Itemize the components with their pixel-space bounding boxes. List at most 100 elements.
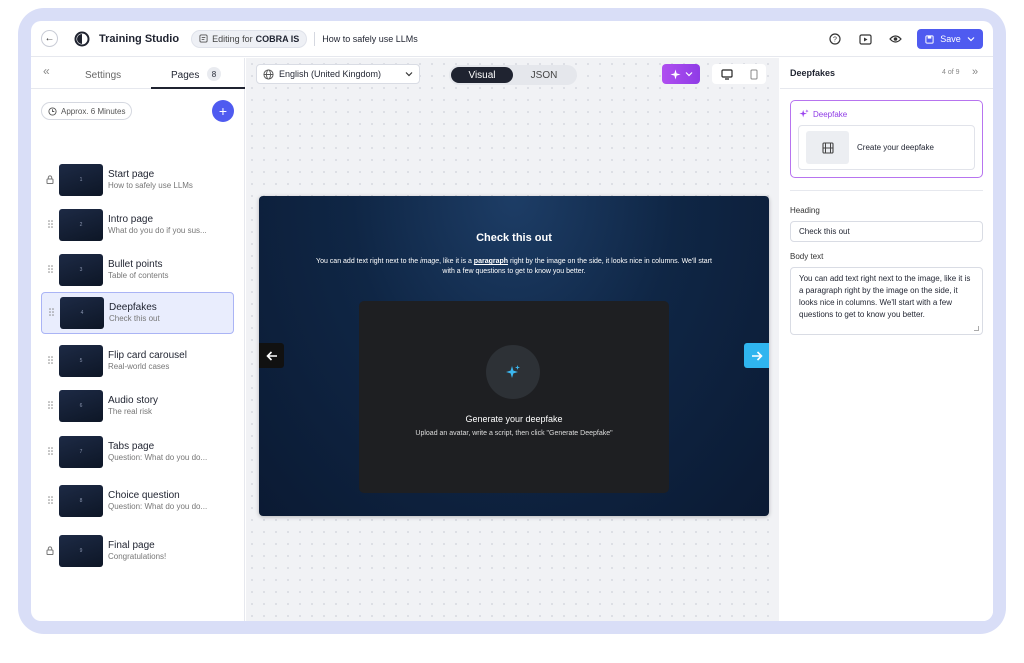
help-button[interactable]: ? (825, 29, 845, 49)
play-button[interactable] (855, 29, 875, 49)
page-subtitle: Congratulations! (108, 552, 167, 561)
page-item[interactable]: 5 Flip card carousel Real-world cases (41, 340, 234, 382)
drag-handle-icon[interactable] (41, 265, 59, 275)
page-item[interactable]: 9 Final page Congratulations! (41, 530, 234, 572)
page-text: Final page Congratulations! (108, 540, 228, 562)
page-item[interactable]: 7 Tabs page Question: What do you do... (41, 431, 234, 473)
page-text: Choice question Question: What do you do.… (108, 490, 228, 512)
json-view-button[interactable]: JSON (513, 67, 575, 83)
drag-handle-icon[interactable] (41, 447, 59, 457)
pages-sidebar: « Settings Pages 8 Approx. 6 Minutes + 1… (31, 58, 245, 621)
back-button[interactable]: ← (41, 30, 58, 47)
heading-field[interactable]: Check this out (790, 221, 983, 242)
heading-label: Heading (790, 206, 820, 215)
mobile-icon[interactable] (750, 69, 758, 80)
body-text-part: You can add text right next to the (316, 258, 421, 265)
body-text-part: , like it is a (439, 258, 474, 265)
svg-text:?: ? (833, 37, 837, 44)
film-icon-wrap (806, 131, 849, 164)
chevron-down-icon (685, 72, 692, 77)
language-select[interactable]: English (United Kingdom) (256, 64, 420, 84)
page-item[interactable]: 2 Intro page What do you do if you sus... (41, 204, 234, 246)
drag-handle-icon[interactable] (41, 401, 59, 411)
tab-settings[interactable]: Settings (85, 70, 121, 81)
film-icon (821, 141, 834, 154)
save-button[interactable]: Save (917, 29, 983, 49)
next-page-icon[interactable]: » (972, 66, 978, 78)
drag-handle-icon[interactable] (42, 308, 60, 318)
drag-handle-icon[interactable] (41, 220, 59, 230)
page-thumbnail: 7 (59, 436, 103, 468)
page-text: Deepfakes Check this out (109, 302, 229, 324)
slide-body[interactable]: You can add text right next to the image… (314, 257, 714, 277)
page-text: Audio story The real risk (108, 395, 228, 417)
page-item[interactable]: 3 Bullet points Table of contents (41, 249, 234, 291)
generate-deepfake-icon-wrap[interactable] (486, 345, 540, 399)
app-title: Training Studio (99, 32, 180, 45)
edit-icon (199, 34, 208, 43)
editing-org: COBRA IS (255, 33, 300, 44)
page-title: Choice question (108, 490, 180, 501)
sparkle-icon (799, 109, 809, 118)
properties-panel: Deepfakes 4 of 9 » Deepfake Create your … (780, 58, 993, 621)
deepfake-subtitle: Upload an avatar, write a script, then c… (415, 430, 613, 437)
page-thumbnail: 6 (59, 390, 103, 422)
back-icon: ← (44, 33, 55, 44)
body-text-field[interactable]: You can add text right next to the image… (790, 267, 983, 335)
deepfake-card-label-text: Deepfake (813, 109, 848, 119)
page-title: Deepfakes (109, 302, 157, 313)
page-subtitle: The real risk (108, 407, 153, 416)
page-text: Tabs page Question: What do you do... (108, 441, 228, 463)
drag-handle-icon[interactable] (41, 496, 59, 506)
sparkle-icon (506, 365, 520, 378)
view-toggle: Visual JSON (449, 65, 577, 85)
create-deepfake-label: Create your deepfake (857, 143, 934, 152)
lock-icon (41, 545, 59, 557)
editor-toolbar: English (United Kingdom) Visual JSON (246, 58, 779, 92)
add-page-button[interactable]: + (212, 100, 234, 122)
device-toggle (712, 64, 766, 84)
page-title: Flip card carousel (108, 350, 187, 361)
visual-view-button[interactable]: Visual (451, 67, 513, 83)
divider (314, 31, 316, 46)
page-item[interactable]: 1 Start page How to safely use LLMs (41, 159, 234, 201)
editing-badge[interactable]: Editing for COBRA IS (191, 29, 308, 48)
arrow-right-icon (751, 350, 763, 361)
next-slide-button[interactable] (744, 343, 769, 368)
page-subtitle: Real-world cases (108, 362, 170, 371)
deepfake-generator-box[interactable]: Generate your deepfake Upload an avatar,… (359, 301, 669, 493)
tab-pages[interactable]: Pages (171, 70, 199, 81)
page-item[interactable]: 8 Choice question Question: What do you do… (41, 480, 234, 522)
page-text: Bullet points Table of contents (108, 259, 228, 281)
plus-icon: + (218, 103, 228, 119)
page-thumbnail: 9 (59, 535, 103, 567)
resize-handle-icon[interactable] (974, 326, 979, 331)
page-thumbnail: 2 (59, 209, 103, 241)
duration-text: Approx. 6 Minutes (61, 106, 126, 116)
drag-handle-icon[interactable] (41, 356, 59, 366)
active-tab-indicator (151, 87, 245, 89)
create-deepfake-button[interactable]: Create your deepfake (798, 125, 975, 170)
collapse-sidebar-icon[interactable]: « (43, 64, 50, 78)
duration-badge: Approx. 6 Minutes (41, 102, 133, 120)
chevron-down-icon[interactable] (967, 36, 975, 42)
body-text-label: Body text (790, 252, 824, 261)
slide-heading[interactable]: Check this out (259, 232, 769, 244)
page-thumbnail: 3 (59, 254, 103, 286)
panel-title: Deepfakes (790, 68, 836, 78)
deepfake-title: Generate your deepfake (465, 414, 563, 424)
preview-button[interactable] (885, 29, 905, 49)
desktop-icon[interactable] (720, 68, 733, 80)
ai-assist-button[interactable] (662, 64, 700, 84)
page-thumbnail: 1 (59, 164, 103, 196)
slide-preview[interactable]: Check this out You can add text right ne… (259, 196, 769, 516)
page-thumbnail: 4 (60, 297, 104, 329)
clock-icon (48, 106, 57, 116)
previous-slide-button[interactable] (259, 343, 284, 368)
page-item[interactable]: 4 Deepfakes Check this out (41, 292, 234, 334)
body-text-underline: paragraph (473, 258, 509, 265)
page-item[interactable]: 6 Audio story The real risk (41, 385, 234, 427)
page-subtitle: Question: What do you do... (108, 502, 208, 511)
save-label: Save (940, 34, 961, 44)
deepfake-card[interactable]: Deepfake Create your deepfake (790, 100, 983, 178)
